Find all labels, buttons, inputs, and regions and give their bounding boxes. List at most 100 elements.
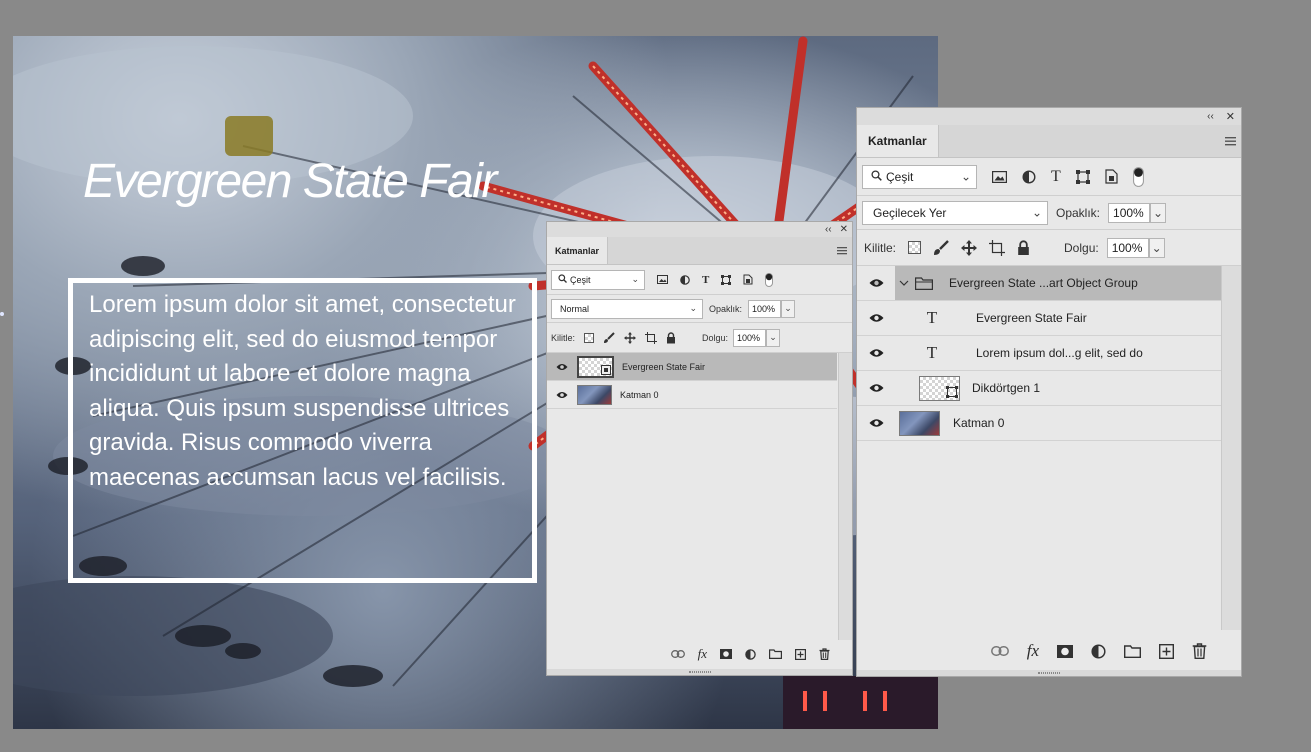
new-group-icon[interactable] [769, 649, 782, 659]
shape-filter-icon[interactable] [721, 274, 732, 285]
adjustment-filter-icon[interactable] [680, 274, 690, 285]
link-layers-icon[interactable] [990, 646, 1009, 656]
layers-scrollbar[interactable] [838, 353, 852, 640]
opacity-input[interactable]: 100% [1108, 202, 1151, 223]
shape-layer-thumbnail[interactable] [919, 375, 960, 401]
fill-label: Dolgu: [1064, 240, 1099, 255]
layer-row[interactable]: T Evergreen State Fair [857, 301, 1221, 336]
lock-artboard-icon[interactable] [989, 239, 1006, 256]
group-header[interactable]: Evergreen State ...art Object Group [895, 266, 1221, 300]
lock-label: Kilitle: [864, 240, 897, 255]
fill-input[interactable]: 100% [733, 328, 767, 347]
canvas-title[interactable]: Evergreen State Fair [83, 154, 497, 209]
lock-move-icon[interactable] [961, 239, 978, 256]
opacity-input[interactable]: 100% [748, 299, 782, 318]
eye-icon[interactable] [857, 278, 895, 288]
panel-topbar: ‹‹ ✕ [857, 108, 1241, 125]
smart-object-thumbnail[interactable] [577, 355, 614, 378]
layer-row[interactable]: Katman 0 [547, 381, 837, 409]
blend-mode-select[interactable]: Geçilecek Yer ⌄ [862, 200, 1048, 225]
opacity-label: Opaklık: [709, 303, 743, 314]
layer-row[interactable]: Dikdörtgen 1 [857, 371, 1221, 406]
layer-row[interactable]: T Lorem ipsum dol...g elit, sed do [857, 336, 1221, 371]
eye-icon[interactable] [857, 348, 895, 358]
chevron-down-icon: ⌄ [960, 168, 971, 183]
canvas-body-text[interactable]: Lorem ipsum dolor sit amet, consectetur … [89, 288, 529, 495]
layer-name: Evergreen State ...art Object Group [949, 276, 1138, 290]
adjustment-layer-icon[interactable] [1091, 643, 1106, 659]
pivot-marker [0, 312, 4, 316]
add-mask-icon[interactable] [720, 649, 732, 659]
close-icon[interactable]: ✕ [1226, 110, 1235, 123]
lock-row: Kilitle: Dolgu: 100% ⌄ [857, 230, 1241, 266]
lock-transparent-icon[interactable] [584, 332, 595, 343]
lock-all-icon[interactable] [666, 331, 676, 344]
layer-name: Katman 0 [620, 389, 659, 400]
eye-icon[interactable] [547, 391, 577, 399]
close-icon[interactable]: ✕ [840, 224, 848, 235]
pixel-filter-icon[interactable] [657, 275, 668, 284]
blend-mode-select[interactable]: Normal ⌄ [551, 298, 703, 319]
fx-icon[interactable]: fx [698, 646, 707, 662]
eye-icon[interactable] [547, 363, 577, 371]
filter-toggle-icon[interactable] [765, 272, 774, 287]
lock-row: Kilitle: Dolgu: 100% ⌄ [547, 323, 852, 353]
layer-name: Lorem ipsum dol...g elit, sed do [976, 346, 1143, 360]
lock-transparent-icon[interactable] [908, 241, 922, 254]
eye-icon[interactable] [857, 313, 895, 323]
panel-menu-icon[interactable] [837, 237, 852, 264]
adjustment-filter-icon[interactable] [1022, 169, 1036, 184]
panel-footer: fx [547, 639, 852, 669]
fx-icon[interactable]: fx [1027, 641, 1039, 661]
layers-scrollbar[interactable] [1221, 266, 1241, 630]
trash-icon[interactable] [819, 648, 830, 660]
fill-input[interactable]: 100% [1106, 237, 1149, 258]
text-layer-icon: T [926, 343, 938, 362]
lock-brush-icon[interactable] [603, 331, 615, 344]
type-filter-icon[interactable]: T [1051, 168, 1061, 186]
add-mask-icon[interactable] [1057, 644, 1073, 658]
layer-thumbnail[interactable] [577, 384, 612, 405]
layer-row[interactable]: Evergreen State Fair [547, 353, 837, 381]
opacity-dropdown[interactable]: ⌄ [1150, 202, 1167, 223]
layer-row[interactable]: Katman 0 [857, 406, 1221, 441]
new-layer-icon[interactable] [1159, 643, 1174, 659]
layer-name: Dikdörtgen 1 [972, 381, 1041, 395]
smart-object-filter-icon[interactable] [1105, 169, 1118, 184]
lock-move-icon[interactable] [624, 331, 637, 344]
tab-layers[interactable]: Katmanlar [857, 125, 939, 157]
chevron-down-icon[interactable] [895, 280, 913, 287]
link-layers-icon[interactable] [670, 650, 685, 658]
new-group-icon[interactable] [1124, 644, 1141, 658]
layer-thumbnail[interactable] [899, 410, 940, 436]
type-filter-icon[interactable]: T [702, 274, 709, 286]
adjustment-layer-icon[interactable] [745, 648, 756, 660]
panel-menu-icon[interactable] [1225, 125, 1241, 157]
eye-icon[interactable] [857, 383, 895, 393]
fill-dropdown[interactable]: ⌄ [1148, 237, 1165, 258]
panel-footer: fx [857, 634, 1241, 668]
smart-object-filter-icon[interactable] [743, 274, 753, 285]
pixel-filter-icon[interactable] [992, 170, 1007, 183]
chevron-down-icon: ⌄ [689, 302, 697, 313]
filter-kind-select[interactable]: Çeşit ⌄ [551, 269, 645, 290]
lock-artboard-icon[interactable] [645, 331, 658, 344]
fill-dropdown[interactable]: ⌄ [766, 328, 781, 347]
collapse-icon[interactable]: ‹‹ [825, 224, 832, 235]
resize-grip[interactable] [857, 670, 1241, 676]
layers-panel-large: ‹‹ ✕ Katmanlar Çeşit ⌄ T Geçilecek Yer ⌄… [856, 107, 1242, 677]
lock-brush-icon[interactable] [933, 239, 949, 256]
filter-kind-select[interactable]: Çeşit ⌄ [862, 164, 977, 189]
resize-grip[interactable] [547, 669, 852, 675]
eye-icon[interactable] [857, 418, 895, 428]
opacity-dropdown[interactable]: ⌄ [781, 299, 796, 318]
lock-all-icon[interactable] [1017, 239, 1030, 256]
tab-layers[interactable]: Katmanlar [547, 237, 609, 264]
filter-toggle-icon[interactable] [1132, 166, 1144, 187]
layer-row-group[interactable]: Evergreen State ...art Object Group [857, 266, 1221, 301]
trash-icon[interactable] [1192, 643, 1207, 659]
shape-filter-icon[interactable] [1075, 169, 1090, 184]
collapse-icon[interactable]: ‹‹ [1207, 111, 1214, 122]
blend-row: Geçilecek Yer ⌄ Opaklık: 100% ⌄ [857, 196, 1241, 230]
new-layer-icon[interactable] [795, 648, 806, 660]
